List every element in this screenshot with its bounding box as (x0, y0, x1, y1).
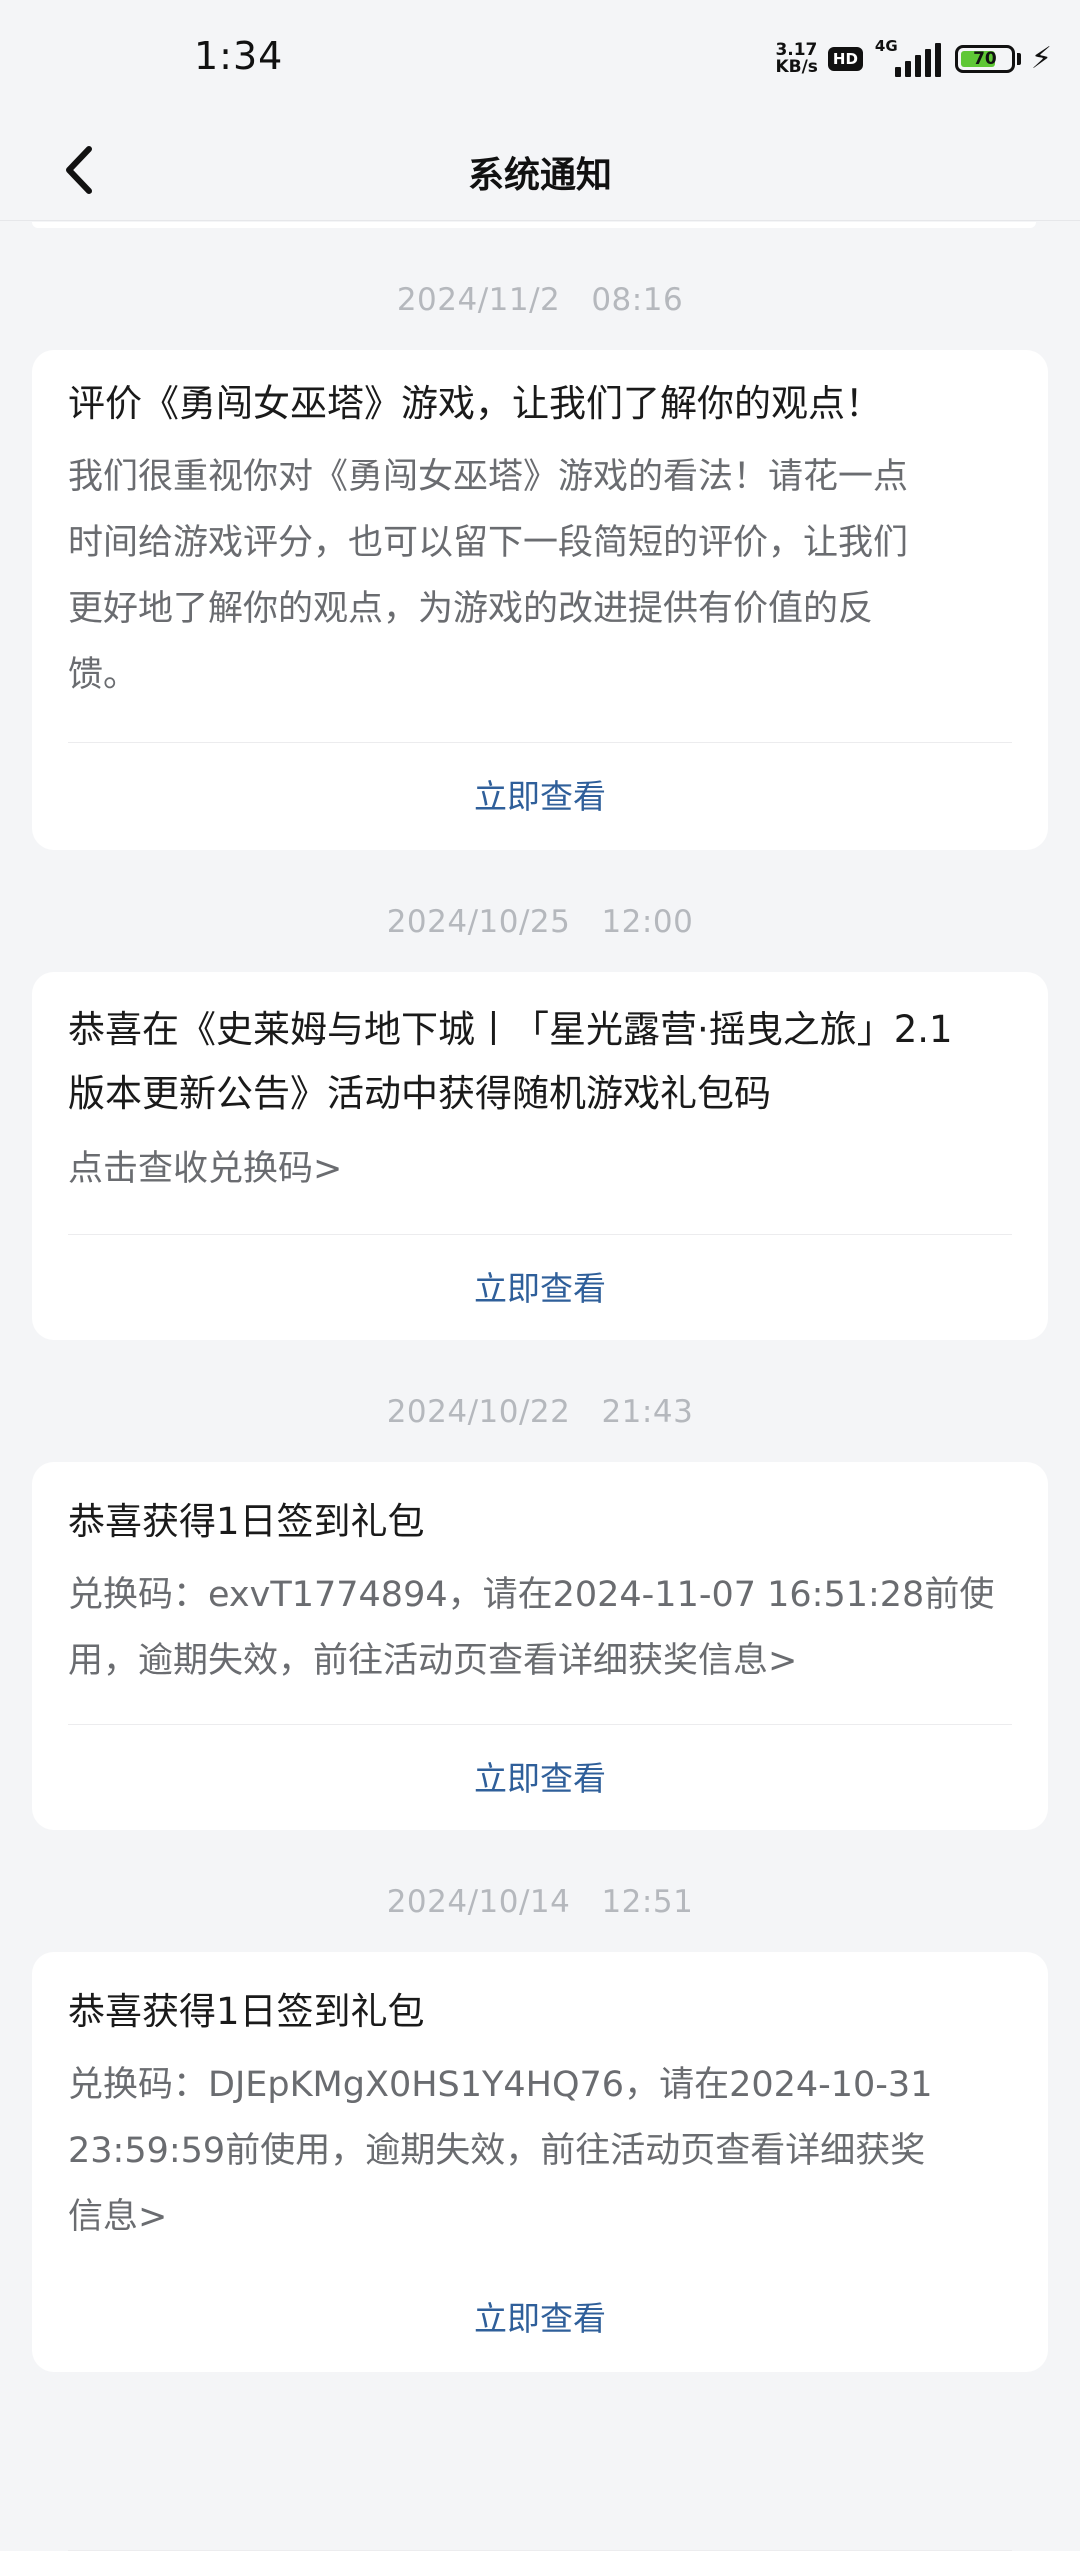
view-now-button[interactable]: 立即查看 (32, 1752, 1048, 1800)
previous-card-edge (32, 222, 1036, 228)
notice-time: 08:16 (591, 282, 684, 318)
notice-card: 恭喜在《史莱姆与地下城丨「星光露营·摇曳之旅」2.1 版本更新公告》活动中获得随… (32, 972, 1048, 1340)
notice-card: 评价《勇闯女巫塔》游戏，让我们了解你的观点！ 我们很重视你对《勇闯女巫塔》游戏的… (32, 350, 1048, 850)
notice-body: 兑换码：DJEpKMgX0HS1Y4HQ76，请在2024-10-31 23:5… (68, 2052, 1018, 2250)
network-speed-unit: KB/s (775, 57, 818, 77)
notice-body-line: 信息> (68, 2197, 168, 2237)
notice-title-line: 恭喜在《史莱姆与地下城丨「星光露营·摇曳之旅」2.1 (68, 1008, 953, 1051)
notice-timestamp: 2024/10/22 21:43 (0, 1394, 1080, 1430)
notice-body-line: 用，逾期失效，前往活动页查看详细获奖信息> (68, 1641, 798, 1681)
notice-divider (68, 742, 1012, 743)
notice-card: 恭喜获得1日签到礼包 兑换码：DJEpKMgX0HS1Y4HQ76，请在2024… (32, 1952, 1048, 2551)
notice-title: 评价《勇闯女巫塔》游戏，让我们了解你的观点！ (68, 382, 882, 425)
notice-time: 21:43 (601, 1394, 694, 1430)
notice-title: 恭喜获得1日签到礼包 (68, 1990, 425, 2033)
notice-title: 恭喜获得1日签到礼包 (68, 1500, 425, 1543)
notice-body-line: 23:59:59前使用，逾期失效，前往活动页查看详细获奖 (68, 2131, 926, 2171)
notice-divider (68, 1234, 1012, 1235)
notice-body-line: 馈。 (68, 655, 139, 695)
status-time: 1:34 (194, 34, 284, 78)
notice-body-line: 更好地了解你的观点，为游戏的改进提供有价值的反 (68, 589, 874, 629)
notice-time: 12:00 (601, 904, 694, 940)
status-bar: 1:34 3.17 KB/s HD 4G 70 ⚡ (0, 0, 1080, 120)
notice-date: 2024/11/2 (396, 282, 561, 318)
notice-divider (68, 1724, 1012, 1725)
notice-date: 2024/10/14 (386, 1884, 571, 1920)
status-indicators: 3.17 KB/s HD 4G 70 ⚡ (775, 37, 1052, 80)
notice-body-line: 兑换码：exvT1774894，请在2024-11-07 16:51:28前使 (68, 1575, 995, 1615)
hd-badge: HD (827, 47, 863, 71)
notice-title: 恭喜在《史莱姆与地下城丨「星光露营·摇曳之旅」2.1 版本更新公告》活动中获得随… (68, 998, 1012, 1126)
notice-timestamp: 2024/11/2 08:16 (0, 282, 1080, 318)
notice-group: 2024/10/22 21:43 (0, 1394, 1080, 1430)
notice-timestamp: 2024/10/14 12:51 (0, 1884, 1080, 1920)
notice-body: 我们很重视你对《勇闯女巫塔》游戏的看法！请花一点 时间给游戏评分，也可以留下一段… (68, 444, 1018, 708)
page-title: 系统通知 (467, 155, 612, 196)
notice-group: 2024/11/2 08:16 (0, 282, 1080, 318)
notice-date: 2024/10/25 (386, 904, 571, 940)
battery-level: 70 (973, 49, 997, 69)
notice-body-line: 时间给游戏评分，也可以留下一段简短的评价，让我们 (68, 523, 909, 563)
notice-body-line: 我们很重视你对《勇闯女巫塔》游戏的看法！请花一点 (68, 457, 909, 497)
notice-group: 2024/10/25 12:00 (0, 904, 1080, 940)
notice-card: 恭喜获得1日签到礼包 兑换码：exvT1774894，请在2024-11-07 … (32, 1462, 1048, 1830)
charging-icon: ⚡ (1030, 41, 1052, 76)
battery-icon: 70 (954, 45, 1015, 73)
signal-icon: 4G (873, 37, 941, 77)
notice-body: 兑换码：exvT1774894，请在2024-11-07 16:51:28前使 … (68, 1562, 1018, 1694)
notice-title-line: 版本更新公告》活动中获得随机游戏礼包码 (68, 1072, 771, 1115)
notice-timestamp: 2024/10/25 12:00 (0, 904, 1080, 940)
notice-time: 12:51 (601, 1884, 694, 1920)
notice-body: 点击查收兑换码> (68, 1136, 1018, 1202)
view-now-button[interactable]: 立即查看 (32, 1262, 1048, 1310)
view-now-button[interactable]: 立即查看 (32, 2292, 1048, 2340)
view-now-button[interactable]: 立即查看 (32, 770, 1048, 818)
network-speed: 3.17 KB/s (775, 42, 817, 76)
notice-body-line: 点击查收兑换码> (68, 1149, 343, 1189)
notice-date: 2024/10/22 (386, 1394, 571, 1430)
app-header: 系统通知 (0, 120, 1080, 221)
notice-group: 2024/10/14 12:51 (0, 1884, 1080, 1920)
battery-cap (1016, 53, 1021, 65)
notice-body-line: 兑换码：DJEpKMgX0HS1Y4HQ76，请在2024-10-31 (68, 2065, 933, 2105)
signal-bars (894, 43, 941, 77)
